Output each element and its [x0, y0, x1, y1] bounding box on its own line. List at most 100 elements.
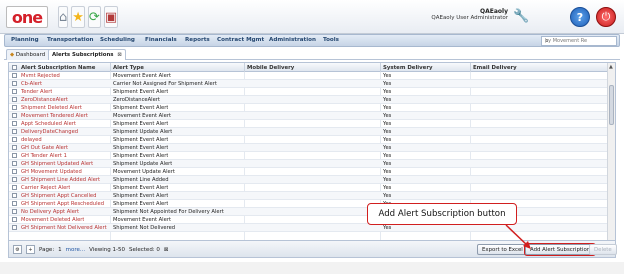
- table-row[interactable]: No Delivery Appt Alert Shipment Not Appoi…: [9, 208, 609, 216]
- help-icon[interactable]: ?: [570, 7, 590, 27]
- subscription-name[interactable]: GH Shipment Appt Cancelled: [21, 193, 96, 199]
- row-checkbox[interactable]: [12, 73, 17, 78]
- subscription-name[interactable]: Appt Scheduled Alert: [21, 121, 76, 127]
- add-icon[interactable]: +: [26, 245, 35, 254]
- refresh-icon[interactable]: ⟳: [87, 6, 101, 28]
- row-checkbox[interactable]: [12, 225, 17, 230]
- search-icon[interactable]: ⌕: [545, 37, 614, 46]
- subscription-name[interactable]: GH Tender Alert 1: [21, 153, 67, 159]
- export-to-excel-button[interactable]: Export to Excel: [477, 244, 528, 255]
- vertical-scrollbar[interactable]: ▲: [607, 63, 615, 240]
- add-alert-subscription-button[interactable]: Add Alert Subscription: [523, 243, 597, 256]
- table-row[interactable]: delayed Shipment Event Alert Yes: [9, 136, 609, 144]
- nav-item-financials[interactable]: Financials: [145, 37, 177, 43]
- col-header-mobile[interactable]: Mobile Delivery: [247, 65, 294, 71]
- subscription-name[interactable]: Carrier Reject Alert: [21, 185, 70, 191]
- settings-icon[interactable]: ⚙: [13, 245, 22, 254]
- table-row[interactable]: Movement Deleted Alert Movement Event Ale…: [9, 216, 609, 224]
- close-icon[interactable]: ⊠: [117, 52, 121, 58]
- subscription-name[interactable]: GH Shipment Updated Alert: [21, 161, 93, 167]
- subscription-name[interactable]: Cb-Alert: [21, 81, 42, 87]
- row-checkbox[interactable]: [12, 137, 17, 142]
- row-checkbox[interactable]: [12, 113, 17, 118]
- nav-item-contract-mgmt[interactable]: Contract Mgmt: [217, 37, 264, 43]
- nav-item-reports[interactable]: Reports: [185, 37, 210, 43]
- subscription-name[interactable]: GH Out Gate Alert: [21, 145, 68, 151]
- nav-item-planning[interactable]: Planning: [11, 37, 39, 43]
- col-header-name[interactable]: Alert Subscription Name: [21, 65, 95, 71]
- row-checkbox[interactable]: [12, 105, 17, 110]
- subscription-name[interactable]: ZeroDistanceAlert: [21, 97, 68, 103]
- table-row[interactable]: GH Movement Updated Movement Update Alert…: [9, 168, 609, 176]
- table-row[interactable]: Carrier Reject Alert Shipment Event Alert…: [9, 184, 609, 192]
- col-header-type[interactable]: Alert Type: [113, 65, 144, 71]
- table-row[interactable]: ZeroDistanceAlert ZeroDistanceAlert Yes: [9, 96, 609, 104]
- scroll-up-icon[interactable]: ▲: [609, 64, 613, 70]
- page-number[interactable]: 1: [58, 247, 62, 253]
- table-row[interactable]: DeliveryDateChanged Shipment Update Alert…: [9, 128, 609, 136]
- row-checkbox[interactable]: [12, 193, 17, 198]
- table-row[interactable]: GH Out Gate Alert Shipment Event Alert Yes: [9, 144, 609, 152]
- table-row[interactable]: GH Shipment Appt Rescheduled Shipment Eve…: [9, 200, 609, 208]
- search-input[interactable]: by Movement Re ⌕: [541, 36, 617, 46]
- nav-item-tools[interactable]: Tools: [323, 37, 339, 43]
- delete-button[interactable]: Delete: [589, 244, 617, 255]
- subscription-name[interactable]: GH Shipment Appt Rescheduled: [21, 201, 104, 207]
- subscription-name[interactable]: delayed: [21, 137, 42, 143]
- clear-selection-icon[interactable]: ⊠: [164, 247, 169, 253]
- app-logo[interactable]: one: [6, 6, 48, 28]
- row-checkbox[interactable]: [12, 185, 17, 190]
- table-row[interactable]: GH Tender Alert 1 Shipment Event Alert Yes: [9, 152, 609, 160]
- row-checkbox[interactable]: [12, 89, 17, 94]
- table-row[interactable]: GH Shipment Updated Alert Shipment Update…: [9, 160, 609, 168]
- col-header-email[interactable]: Email Delivery: [473, 65, 517, 71]
- wrench-icon[interactable]: 🔧: [513, 9, 533, 25]
- col-header-system[interactable]: System Delivery: [383, 65, 433, 71]
- row-checkbox[interactable]: [12, 97, 17, 102]
- nav-item-administration[interactable]: Administration: [269, 37, 316, 43]
- subscription-name[interactable]: Tender Alert: [21, 89, 52, 95]
- nav-item-transportation[interactable]: Transportation: [47, 37, 94, 43]
- report-icon[interactable]: ▣: [103, 6, 119, 28]
- table-row[interactable]: Appt Scheduled Alert Shipment Event Alert…: [9, 120, 609, 128]
- table-row[interactable]: GH Shipment Not Delivered Alert Shipment …: [9, 224, 609, 232]
- row-checkbox[interactable]: [12, 129, 17, 134]
- row-checkbox[interactable]: [12, 209, 17, 214]
- table-row[interactable]: Shipment Deleted Alert Shipment Event Ale…: [9, 104, 609, 112]
- subscription-name[interactable]: GH Shipment Line Added Alert: [21, 177, 100, 183]
- subscription-name[interactable]: No Delivery Appt Alert: [21, 209, 79, 215]
- system-delivery: Yes: [383, 73, 392, 79]
- table-row[interactable]: Movement Tendered Alert Movement Event Al…: [9, 112, 609, 120]
- table-row[interactable]: GH Shipment Appt Cancelled Shipment Event…: [9, 192, 609, 200]
- table-row[interactable]: GH Shipment Line Added Alert Shipment Lin…: [9, 176, 609, 184]
- row-checkbox[interactable]: [12, 217, 17, 222]
- subscription-name[interactable]: DeliveryDateChanged: [21, 129, 78, 135]
- more-link[interactable]: more...: [66, 247, 86, 253]
- home-icon[interactable]: ⌂: [58, 6, 69, 28]
- row-checkbox[interactable]: [12, 153, 17, 158]
- table-row[interactable]: Mvmt Rejected Movement Event Alert Yes: [9, 72, 609, 80]
- power-icon[interactable]: ⏻: [596, 7, 616, 27]
- tab-alerts-subscriptions[interactable]: Alerts Subscriptions ⊠: [48, 49, 126, 60]
- star-icon[interactable]: ★: [71, 6, 85, 28]
- subscription-name[interactable]: Movement Tendered Alert: [21, 113, 88, 119]
- table-row[interactable]: Tender Alert Shipment Event Alert Yes: [9, 88, 609, 96]
- row-checkbox[interactable]: [12, 121, 17, 126]
- row-checkbox[interactable]: [12, 201, 17, 206]
- row-checkbox[interactable]: [12, 81, 17, 86]
- row-checkbox[interactable]: [12, 145, 17, 150]
- select-all-checkbox[interactable]: [12, 64, 17, 70]
- nav-item-scheduling[interactable]: Scheduling: [100, 37, 135, 43]
- row-checkbox[interactable]: [12, 177, 17, 182]
- alert-type: Movement Event Alert: [113, 113, 171, 119]
- subscription-name[interactable]: GH Shipment Not Delivered Alert: [21, 225, 107, 231]
- row-checkbox[interactable]: [12, 169, 17, 174]
- subscription-name[interactable]: Mvmt Rejected: [21, 73, 60, 79]
- scroll-thumb[interactable]: [609, 85, 614, 125]
- table-row[interactable]: Cb-Alert Carrier Not Assigned For Shipmen…: [9, 80, 609, 88]
- row-checkbox[interactable]: [12, 161, 17, 166]
- subscription-name[interactable]: GH Movement Updated: [21, 169, 82, 175]
- subscription-name[interactable]: Shipment Deleted Alert: [21, 105, 82, 111]
- subscription-name[interactable]: Movement Deleted Alert: [21, 217, 84, 223]
- page-label: Page:: [39, 246, 55, 253]
